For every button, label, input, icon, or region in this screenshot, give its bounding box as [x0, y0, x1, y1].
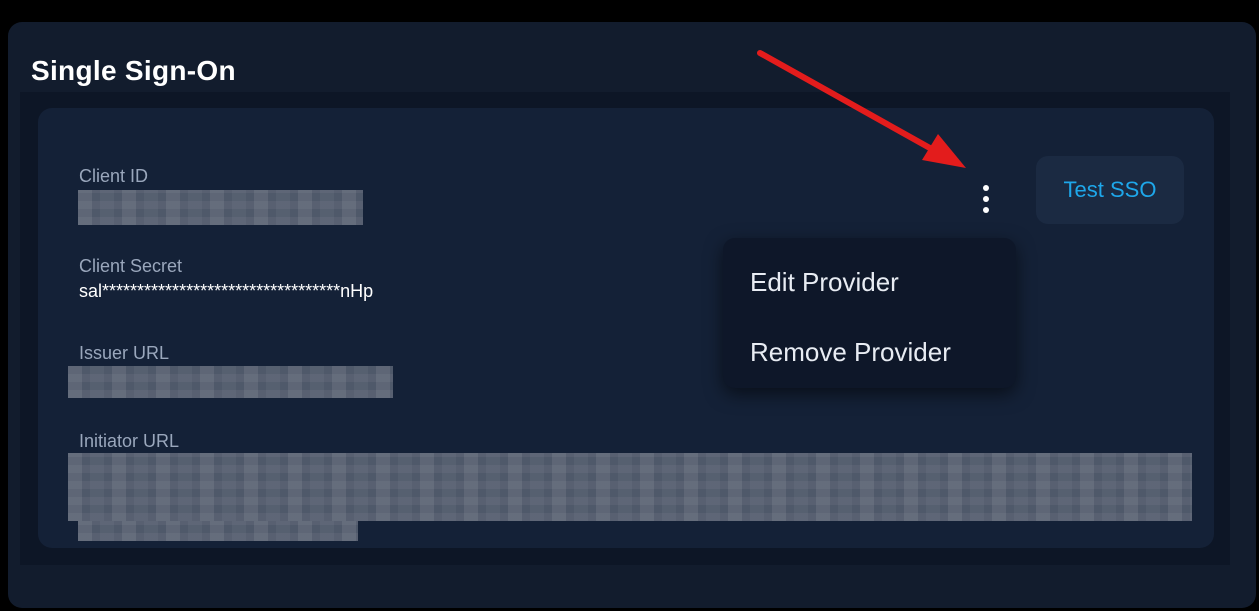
menu-item-edit-provider[interactable]: Edit Provider — [723, 252, 1016, 312]
initiator-url-value-redacted — [68, 453, 1192, 521]
card-title: Single Sign-On — [31, 55, 236, 86]
test-sso-button[interactable]: Test SSO — [1036, 156, 1184, 224]
menu-item-remove-provider[interactable]: Remove Provider — [723, 322, 1016, 382]
initiator-url-label: Initiator URL — [79, 431, 180, 451]
kebab-dot — [983, 207, 989, 213]
client-secret-label: Client Secret — [79, 256, 183, 276]
kebab-dot — [983, 196, 989, 202]
client-id-label: Client ID — [79, 166, 149, 186]
client-secret-value: sal**********************************nHp — [79, 281, 374, 301]
issuer-url-label: Issuer URL — [79, 343, 170, 363]
kebab-menu-icon[interactable] — [975, 178, 997, 220]
issuer-url-value-redacted — [68, 366, 393, 398]
initiator-url-value-redacted-tail — [78, 521, 358, 541]
provider-actions-menu: Edit Provider Remove Provider — [723, 238, 1016, 388]
kebab-dot — [983, 185, 989, 191]
client-id-value-redacted — [78, 190, 363, 225]
